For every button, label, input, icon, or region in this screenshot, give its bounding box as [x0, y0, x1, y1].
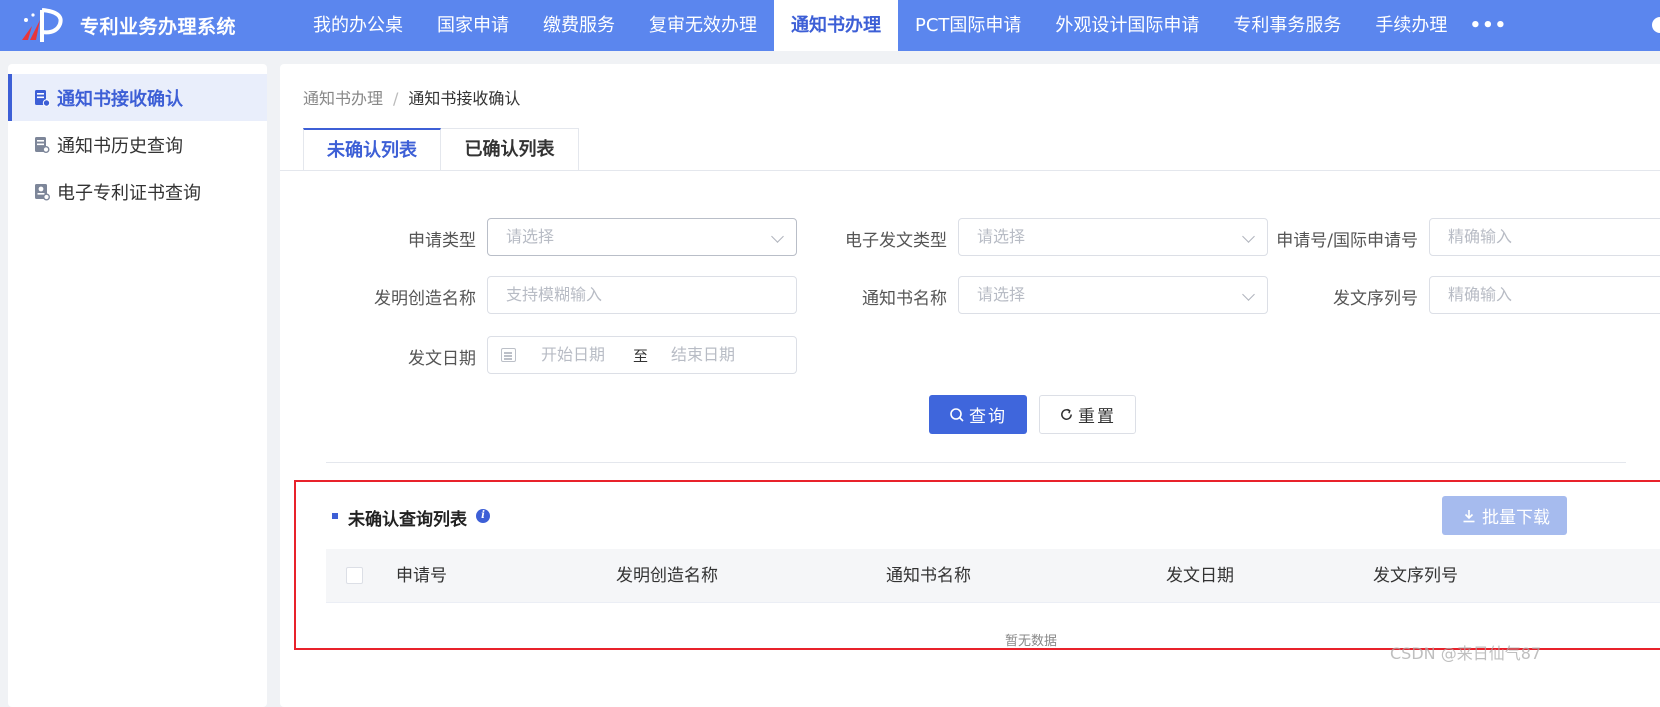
nav-item-procedures[interactable]: 手续办理	[1358, 0, 1464, 51]
section-divider	[326, 462, 1626, 463]
logo-icon	[22, 7, 63, 42]
brand[interactable]: 专利业务办理系统	[0, 0, 296, 51]
tab-confirmed[interactable]: 已确认列表	[441, 128, 579, 171]
reset-button-label: 重置	[1078, 407, 1116, 427]
query-button-label: 查询	[969, 407, 1007, 427]
sidebar-item-notice-history[interactable]: 通知书历史查询	[8, 121, 267, 168]
send-date-label: 发文日期	[408, 349, 476, 369]
nav-item-my-desk[interactable]: 我的办公桌	[296, 0, 420, 51]
sidebar: 通知书接收确认 通知书历史查询 电子专利证书查询	[8, 64, 267, 707]
user-avatar[interactable]	[1652, 17, 1660, 33]
refresh-icon	[1061, 408, 1072, 420]
download-icon	[1463, 509, 1475, 522]
list-tabs: 未确认列表 已确认列表	[303, 128, 579, 171]
sidebar-item-label: 通知书接收确认	[57, 88, 183, 110]
search-icon	[950, 407, 964, 422]
nav-item-reexamination[interactable]: 复审无效办理	[632, 0, 774, 51]
nav-item-national-application[interactable]: 国家申请	[420, 0, 526, 51]
invention-name-input[interactable]: 支持模糊输入	[487, 276, 797, 314]
nav-item-notice-handling[interactable]: 通知书办理	[774, 0, 898, 51]
reset-button[interactable]: 重置	[1039, 395, 1136, 434]
breadcrumb-parent[interactable]: 通知书办理	[303, 89, 383, 108]
empty-state-text: 暂无数据	[1005, 634, 1058, 649]
start-date-input[interactable]: 开始日期	[541, 337, 605, 373]
nav-menu: 我的办公桌 国家申请 缴费服务 复审无效办理 通知书办理 PCT国际申请 外观设…	[296, 0, 1512, 51]
end-date-input[interactable]: 结束日期	[671, 337, 735, 373]
nav-item-patent-affairs[interactable]: 专利事务服务	[1216, 0, 1358, 51]
document-check-icon	[35, 89, 50, 107]
invention-name-label: 发明创造名称	[374, 289, 476, 309]
batch-download-label: 批量下载	[1482, 508, 1550, 528]
table-header: 申请号 发明创造名称 通知书名称 发文日期 发文序列号	[326, 549, 1660, 603]
info-icon[interactable]: i	[476, 509, 490, 523]
app-type-label: 申请类型	[408, 231, 476, 251]
nav-item-pct-application[interactable]: PCT国际申请	[898, 0, 1038, 51]
invention-name-placeholder: 支持模糊输入	[506, 285, 603, 304]
app-no-input[interactable]: 精确输入	[1429, 218, 1660, 256]
nav-item-fee-service[interactable]: 缴费服务	[526, 0, 632, 51]
nav-item-design-international[interactable]: 外观设计国际申请	[1038, 0, 1216, 51]
breadcrumb: 通知书办理 / 通知书接收确认	[303, 85, 520, 109]
doc-type-select[interactable]: 请选择	[958, 218, 1268, 256]
notice-name-label: 通知书名称	[862, 289, 947, 309]
sidebar-item-label: 电子专利证书查询	[57, 182, 201, 204]
tab-divider	[280, 170, 1660, 171]
column-header-send-date[interactable]: 发文日期	[1166, 549, 1234, 603]
more-menu-icon[interactable]: •••	[1464, 0, 1512, 51]
app-type-placeholder: 请选择	[506, 227, 555, 246]
sidebar-item-notice-receipt[interactable]: 通知书接收确认	[8, 74, 267, 121]
batch-download-button[interactable]: 批量下载	[1442, 496, 1567, 535]
breadcrumb-separator: /	[393, 89, 399, 108]
chevron-down-icon	[1242, 288, 1255, 301]
chevron-down-icon	[771, 230, 784, 243]
column-header-notice-name[interactable]: 通知书名称	[886, 549, 971, 603]
query-button[interactable]: 查询	[929, 395, 1027, 434]
certificate-icon	[35, 183, 50, 200]
column-header-serial-no[interactable]: 发文序列号	[1373, 549, 1458, 603]
calendar-icon	[501, 348, 516, 362]
doc-type-label: 电子发文类型	[845, 231, 947, 251]
column-header-app-no[interactable]: 申请号	[396, 549, 447, 603]
top-nav-bar: 专利业务办理系统 我的办公桌 国家申请 缴费服务 复审无效办理 通知书办理 PC…	[0, 0, 1660, 51]
serial-no-placeholder: 精确输入	[1448, 285, 1513, 304]
select-all-checkbox[interactable]	[346, 567, 363, 584]
doc-type-placeholder: 请选择	[977, 227, 1026, 246]
app-no-label: 申请号/国际申请号	[1276, 231, 1418, 251]
results-title: 未确认查询列表	[348, 510, 467, 530]
notice-name-placeholder: 请选择	[977, 285, 1026, 304]
app-no-placeholder: 精确输入	[1448, 227, 1513, 246]
app-type-select[interactable]: 请选择	[487, 218, 797, 256]
serial-no-label: 发文序列号	[1333, 289, 1418, 309]
sidebar-item-e-certificate[interactable]: 电子专利证书查询	[8, 168, 267, 215]
column-header-invention-name[interactable]: 发明创造名称	[616, 549, 718, 603]
app-title: 专利业务办理系统	[80, 16, 237, 38]
tab-unconfirmed[interactable]: 未确认列表	[303, 128, 441, 171]
date-range-separator: 至	[633, 347, 649, 365]
section-marker	[332, 513, 338, 519]
sidebar-item-label: 通知书历史查询	[57, 135, 183, 157]
chevron-down-icon	[1242, 230, 1255, 243]
serial-no-input[interactable]: 精确输入	[1429, 276, 1660, 314]
send-date-range-picker[interactable]: 开始日期 至 结束日期	[487, 336, 797, 374]
watermark: CSDN @来日仙气87	[1390, 644, 1542, 663]
document-search-icon	[35, 136, 50, 153]
breadcrumb-current: 通知书接收确认	[408, 89, 521, 108]
notice-name-select[interactable]: 请选择	[958, 276, 1268, 314]
